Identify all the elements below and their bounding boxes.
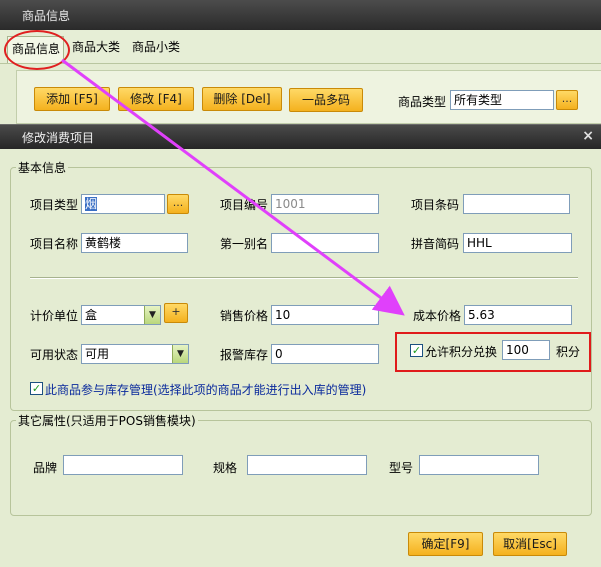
item-name-label: 项目名称 <box>30 237 79 251</box>
barcode-label: 项目条码 <box>411 198 460 212</box>
multi-code-button[interactable]: 一品多码 <box>289 88 363 112</box>
alias-label: 第一别名 <box>220 237 269 251</box>
chevron-down-icon[interactable]: ▼ <box>144 306 160 324</box>
product-info-titlebar: 商品信息 <box>0 0 601 30</box>
annotation-ellipse <box>4 30 70 70</box>
brand-field[interactable] <box>63 455 183 475</box>
item-type-browse-button[interactable]: ... <box>167 194 189 214</box>
cost-price-label: 成本价格 <box>413 309 462 323</box>
unit-label: 计价单位 <box>30 309 79 323</box>
status-label: 可用状态 <box>30 348 79 362</box>
inventory-checkbox[interactable]: ✓ <box>30 382 43 395</box>
unit-select[interactable]: 盒 ▼ <box>81 305 161 325</box>
status-value: 可用 <box>85 347 110 361</box>
product-type-label: 商品类型 <box>398 95 447 109</box>
edit-button[interactable]: 修改 [F4] <box>118 87 194 111</box>
model-field[interactable] <box>419 455 539 475</box>
model-label: 型号 <box>389 461 414 475</box>
brand-label: 品牌 <box>33 461 58 475</box>
product-info-window: 商品信息 商品信息 商品大类 商品小类 添加 [F5] 修改 [F4] 删除 [… <box>0 0 601 130</box>
alias-field[interactable] <box>271 233 379 253</box>
sale-price-field[interactable]: 10 <box>271 305 379 325</box>
item-code-field[interactable]: 1001 <box>271 194 379 214</box>
window-title: 商品信息 <box>22 9 71 23</box>
product-type-field[interactable]: 所有类型 <box>450 90 554 110</box>
delete-button[interactable]: 删除 [Del] <box>202 87 282 111</box>
dialog-titlebar: 修改消费项目 × <box>0 125 601 149</box>
inventory-label: 此商品参与库存管理(选择此项的商品才能进行出入库的管理) <box>45 383 367 397</box>
pinyin-label: 拼音简码 <box>411 237 460 251</box>
annotation-highlight-box <box>395 332 591 372</box>
tab-bar: 商品信息 商品大类 商品小类 <box>0 30 601 64</box>
alarm-stock-label: 报警库存 <box>220 348 269 362</box>
ok-button[interactable]: 确定[F9] <box>408 532 483 556</box>
spec-field[interactable] <box>247 455 367 475</box>
dialog-title: 修改消费项目 <box>22 131 95 145</box>
item-type-value: 烟 <box>85 197 98 211</box>
product-type-browse-button[interactable]: ... <box>556 90 578 110</box>
unit-value: 盒 <box>85 308 98 322</box>
status-select[interactable]: 可用 ▼ <box>81 344 189 364</box>
tab-product-category[interactable]: 商品大类 <box>72 38 120 55</box>
add-unit-button[interactable]: + <box>164 303 188 323</box>
pinyin-field[interactable]: HHL <box>463 233 572 253</box>
cancel-button[interactable]: 取消[Esc] <box>493 532 567 556</box>
sale-price-label: 销售价格 <box>220 309 269 323</box>
item-name-field[interactable]: 黄鹤楼 <box>81 233 188 253</box>
add-button[interactable]: 添加 [F5] <box>34 87 110 111</box>
item-type-field[interactable]: 烟 <box>81 194 165 214</box>
barcode-field[interactable] <box>463 194 570 214</box>
separator-line <box>30 277 578 279</box>
spec-label: 规格 <box>213 461 238 475</box>
chevron-down-icon[interactable]: ▼ <box>172 345 188 363</box>
tab-product-subcategory[interactable]: 商品小类 <box>132 38 180 55</box>
item-code-label: 项目编号 <box>220 198 269 212</box>
basic-info-group-title: 基本信息 <box>16 159 69 176</box>
other-attributes-group-title: 其它属性(只适用于POS销售模块) <box>16 412 198 429</box>
alarm-stock-field[interactable]: 0 <box>271 344 379 364</box>
cost-price-field[interactable]: 5.63 <box>464 305 572 325</box>
close-icon[interactable]: × <box>582 128 594 144</box>
item-type-label: 项目类型 <box>30 198 79 212</box>
